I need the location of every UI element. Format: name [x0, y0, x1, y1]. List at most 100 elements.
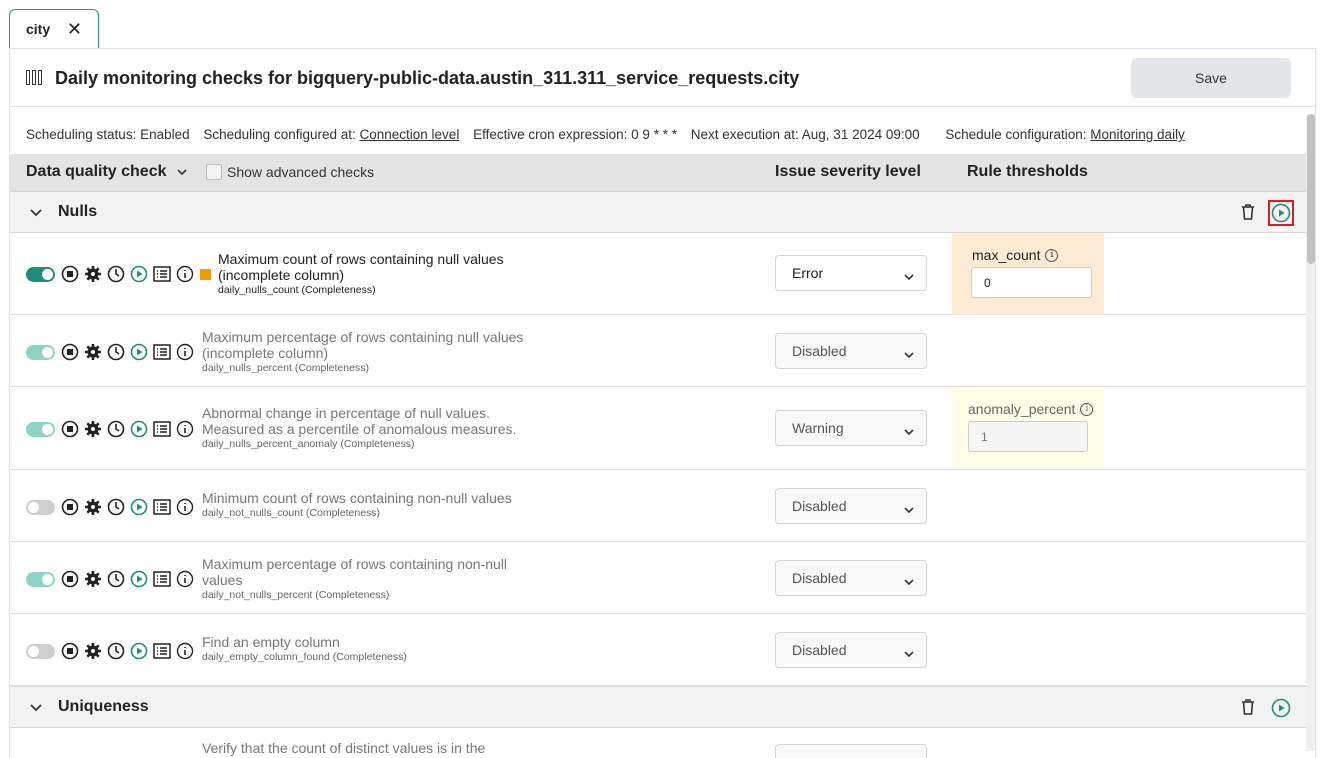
threshold-input[interactable]: 1: [968, 421, 1088, 452]
show-advanced-checks[interactable]: Show advanced checks: [206, 164, 374, 180]
group-uniqueness: Uniqueness: [10, 686, 1307, 728]
play-icon[interactable]: [130, 642, 148, 660]
check-title: Find an empty column: [202, 634, 340, 650]
info-icon[interactable]: i: [1080, 402, 1094, 416]
threshold-label: max_count i: [972, 247, 1059, 263]
scrollbar-thumb[interactable]: [1307, 114, 1315, 264]
page-header: Daily monitoring checks for bigquery-pub…: [10, 49, 1315, 107]
list-icon[interactable]: [153, 343, 171, 361]
info-icon[interactable]: [176, 343, 194, 361]
check-category: (Completeness): [315, 589, 390, 601]
severity-select[interactable]: Disabled: [775, 560, 927, 596]
list-icon[interactable]: [153, 265, 171, 283]
chevron-down-icon[interactable]: [30, 204, 42, 220]
list-icon[interactable]: [153, 498, 171, 516]
enable-toggle[interactable]: [26, 266, 55, 282]
severity-select[interactable]: [775, 744, 927, 758]
enable-toggle[interactable]: [26, 421, 55, 437]
tab-city[interactable]: city ✕: [9, 9, 99, 48]
play-icon[interactable]: [130, 343, 148, 361]
enable-toggle[interactable]: [26, 571, 55, 587]
tab-label: city: [26, 21, 51, 37]
check-row: Find an empty column daily_empty_column_…: [10, 614, 1307, 686]
config-label: Schedule configuration:: [945, 127, 1091, 142]
scrollbar[interactable]: [1306, 114, 1315, 751]
run-checks-button[interactable]: [1268, 695, 1294, 721]
clock-icon[interactable]: [107, 343, 125, 361]
list-icon[interactable]: [153, 570, 171, 588]
play-icon[interactable]: [130, 570, 148, 588]
chevron-down-icon[interactable]: [30, 699, 42, 715]
row-actions: [26, 570, 199, 588]
enable-toggle[interactable]: [26, 643, 55, 659]
stop-icon[interactable]: [61, 642, 79, 660]
stop-icon[interactable]: [61, 570, 79, 588]
severity-select[interactable]: Disabled: [775, 333, 927, 369]
play-icon[interactable]: [130, 265, 148, 283]
checks-panel: Daily monitoring checks for bigquery-pub…: [9, 48, 1316, 758]
severity-select[interactable]: Disabled: [775, 488, 927, 524]
trash-icon[interactable]: [1238, 697, 1258, 717]
list-icon[interactable]: [153, 642, 171, 660]
check-code: daily_not_nulls_percent (Completeness): [202, 589, 507, 602]
check-code-name: daily_not_nulls_percent: [202, 589, 313, 601]
trash-icon[interactable]: [1238, 202, 1258, 222]
advanced-checkbox[interactable]: [206, 164, 222, 180]
severity-select[interactable]: Warning: [775, 410, 927, 446]
check-row: Abnormal change in percentage of null va…: [10, 387, 1307, 470]
monitoring-daily-link[interactable]: Monitoring daily: [1090, 127, 1185, 142]
play-icon[interactable]: [130, 498, 148, 516]
gear-icon[interactable]: [84, 265, 102, 283]
columns-icon: [26, 70, 46, 85]
enable-toggle[interactable]: [26, 499, 55, 515]
clock-icon[interactable]: [107, 265, 125, 283]
clock-icon[interactable]: [107, 498, 125, 516]
info-icon[interactable]: [176, 570, 194, 588]
save-button[interactable]: Save: [1131, 58, 1291, 98]
list-icon[interactable]: [153, 420, 171, 438]
stop-icon[interactable]: [61, 343, 79, 361]
connection-level-link[interactable]: Connection level: [360, 127, 460, 142]
clock-icon[interactable]: [107, 642, 125, 660]
severity-value: Disabled: [792, 498, 847, 514]
schedule-configuration: Schedule configuration: Monitoring daily: [945, 127, 1184, 142]
stop-icon[interactable]: [61, 420, 79, 438]
info-icon[interactable]: [176, 265, 194, 283]
error-status-marker: [200, 268, 211, 280]
severity-select[interactable]: Error: [775, 255, 927, 291]
check-header-label: Data quality check: [26, 163, 167, 180]
threshold-input[interactable]: 0: [971, 267, 1092, 298]
chevron-down-icon: [904, 645, 914, 661]
play-icon[interactable]: [130, 420, 148, 438]
info-icon[interactable]: [176, 420, 194, 438]
info-icon[interactable]: [176, 498, 194, 516]
run-checks-button[interactable]: [1268, 200, 1294, 226]
stop-icon[interactable]: [61, 265, 79, 283]
severity-select[interactable]: Disabled: [775, 632, 927, 668]
data-quality-check-header[interactable]: Data quality check: [26, 163, 187, 181]
group-name: Uniqueness: [58, 698, 149, 715]
close-icon[interactable]: ✕: [67, 19, 82, 40]
gear-icon[interactable]: [84, 420, 102, 438]
stop-icon[interactable]: [61, 498, 79, 516]
check-row: Maximum count of rows containing null va…: [10, 233, 1307, 315]
gear-icon[interactable]: [84, 642, 102, 660]
scheduling-status: Scheduling status: Enabled: [26, 127, 190, 142]
clock-icon[interactable]: [107, 570, 125, 588]
check-category: (Completeness): [294, 362, 369, 374]
clock-icon[interactable]: [107, 420, 125, 438]
check-description: Find an empty column daily_empty_column_…: [202, 634, 407, 664]
gear-icon[interactable]: [84, 570, 102, 588]
advanced-label: Show advanced checks: [227, 164, 375, 180]
enable-toggle[interactable]: [26, 344, 55, 360]
column-header: Data quality check Show advanced checks …: [10, 154, 1307, 191]
row-actions: [26, 420, 199, 438]
check-code-name: daily_nulls_percent: [202, 362, 292, 374]
gear-icon[interactable]: [84, 343, 102, 361]
gear-icon[interactable]: [84, 498, 102, 516]
row-actions: [26, 343, 199, 361]
severity-value: Error: [792, 265, 824, 281]
info-icon[interactable]: [176, 642, 194, 660]
info-icon[interactable]: i: [1045, 248, 1059, 262]
threshold-name: anomaly_percent: [968, 401, 1076, 417]
